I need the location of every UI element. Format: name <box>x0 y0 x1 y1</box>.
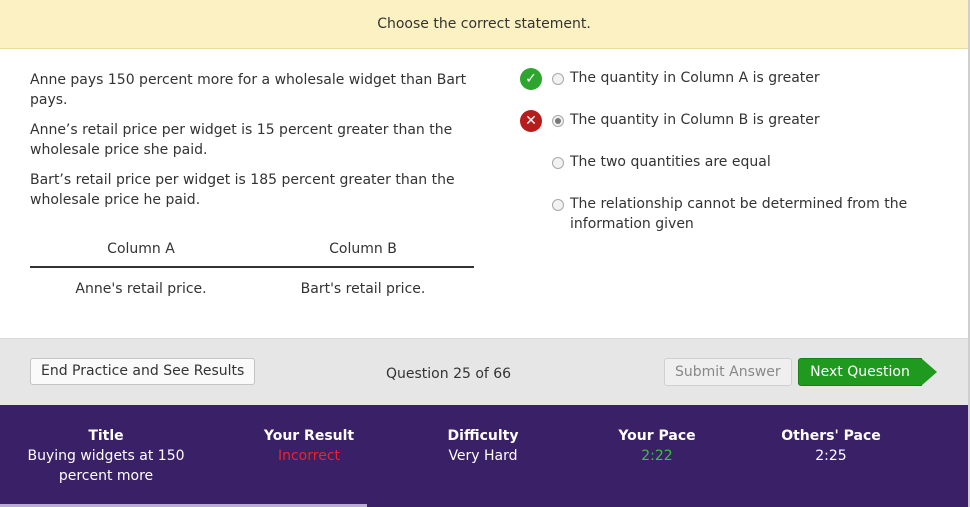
answer-label: The quantity in Column B is greater <box>570 112 820 128</box>
answer-label: The two quantities are equal <box>570 154 771 170</box>
stat-result: Your Result Incorrect <box>246 426 372 466</box>
answer-choice-b[interactable]: ✕ The quantity in Column B is greater <box>520 110 940 132</box>
submit-answer-button[interactable]: Submit Answer <box>664 358 792 386</box>
answer-radio-a[interactable] <box>552 73 564 85</box>
practice-window: Choose the correct statement. Anne pays … <box>0 0 970 507</box>
stat-value: Very Hard <box>448 448 518 464</box>
stat-title: Title Buying widgets at 150 percent more <box>20 426 192 486</box>
stem-paragraph: Anne’s retail price per widget is 15 per… <box>30 122 453 158</box>
stat-value: Buying widgets at 150 percent more <box>27 448 185 484</box>
quantity-comparison-table: Column A Column B Anne's retail price. B… <box>30 238 474 297</box>
answer-label: The quantity in Column A is greater <box>570 70 820 86</box>
stat-value: 2:22 <box>641 448 673 464</box>
stat-value: 2:25 <box>815 448 847 464</box>
next-arrow-icon[interactable] <box>921 358 937 386</box>
stat-label: Difficulty <box>447 428 519 444</box>
answer-choice-c[interactable]: The two quantities are equal <box>520 152 940 174</box>
stat-label: Title <box>88 428 124 444</box>
answer-radio-d[interactable] <box>552 199 564 211</box>
answer-radio-b[interactable] <box>552 115 564 127</box>
answer-choices: ✓ The quantity in Column A is greater ✕ … <box>520 68 940 254</box>
answer-label: The relationship cannot be determined fr… <box>570 196 908 232</box>
stat-value: Incorrect <box>277 448 341 464</box>
answer-radio-c[interactable] <box>552 157 564 169</box>
column-a-value: Anne's retail price. <box>75 281 207 297</box>
stem-paragraph: Bart’s retail price per widget is 185 pe… <box>30 172 455 208</box>
column-b-header: Column B <box>329 241 397 257</box>
control-bar: End Practice and See Results Question 25… <box>0 338 968 405</box>
end-practice-button[interactable]: End Practice and See Results <box>30 358 256 385</box>
column-a-header: Column A <box>107 241 175 257</box>
instruction-text: Choose the correct statement. <box>377 16 591 32</box>
correct-check-icon: ✓ <box>520 68 542 90</box>
column-headers: Column A Column B <box>30 238 474 268</box>
stem-paragraph: Anne pays 150 percent more for a wholesa… <box>30 72 467 108</box>
stat-label: Your Result <box>263 428 355 444</box>
column-b-value: Bart's retail price. <box>300 281 426 297</box>
next-question-button[interactable]: Next Question <box>798 358 922 386</box>
stat-label: Your Pace <box>618 428 696 444</box>
answer-choice-a[interactable]: ✓ The quantity in Column A is greater <box>520 68 940 90</box>
stat-others-pace: Others' Pace 2:25 <box>765 426 897 466</box>
question-stem: Anne pays 150 percent more for a wholesa… <box>30 70 480 220</box>
stat-your-pace: Your Pace 2:22 <box>597 426 717 466</box>
stat-label: Others' Pace <box>781 428 881 444</box>
stats-bar: Title Buying widgets at 150 percent more… <box>0 405 968 507</box>
incorrect-x-icon: ✕ <box>520 110 542 132</box>
stat-difficulty: Difficulty Very Hard <box>423 426 543 466</box>
instruction-banner: Choose the correct statement. <box>0 0 968 49</box>
column-values: Anne's retail price. Bart's retail price… <box>30 281 474 297</box>
question-counter: Question 25 of 66 <box>386 366 512 382</box>
answer-choice-d[interactable]: The relationship cannot be determined fr… <box>520 194 940 234</box>
